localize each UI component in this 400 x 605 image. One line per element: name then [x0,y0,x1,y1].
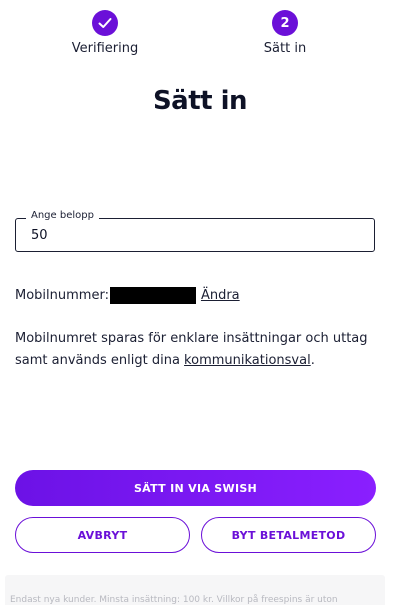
info-text: Mobilnumret sparas för enklare insättnin… [15,328,385,372]
info-text-end: . [310,353,315,368]
cancel-button[interactable]: AVBRYT [15,517,190,553]
step-label: Sätt in [263,41,307,56]
step-label: Verifiering [71,41,139,56]
amount-input[interactable] [16,219,374,251]
checkmark-icon [98,18,112,28]
step-number: 2 [272,10,298,36]
step-deposit: 2 Sätt in [225,10,345,56]
terms-footer: Endast nya kunder. Minsta insättning: 10… [5,575,385,605]
change-payment-method-button[interactable]: BYT BETALMETOD [201,517,376,553]
redacted-phone-number [109,287,196,304]
amount-field: Ange belopp [15,210,375,252]
phone-label: Mobilnummer: [15,288,109,303]
deposit-via-swish-button[interactable]: SÄTT IN VIA SWISH [15,470,376,506]
change-phone-link[interactable]: Ändra [201,288,240,303]
progress-stepper: Verifiering 2 Sätt in [0,0,400,70]
page-title: Sätt in [152,86,248,116]
step-completed-indicator [92,10,118,36]
terms-text: Endast nya kunder. Minsta insättning: 10… [10,595,338,605]
phone-row: Mobilnummer: Ändra [15,287,240,304]
step-verification: Verifiering [45,10,165,56]
communication-preferences-link[interactable]: kommunikationsval [184,353,311,368]
